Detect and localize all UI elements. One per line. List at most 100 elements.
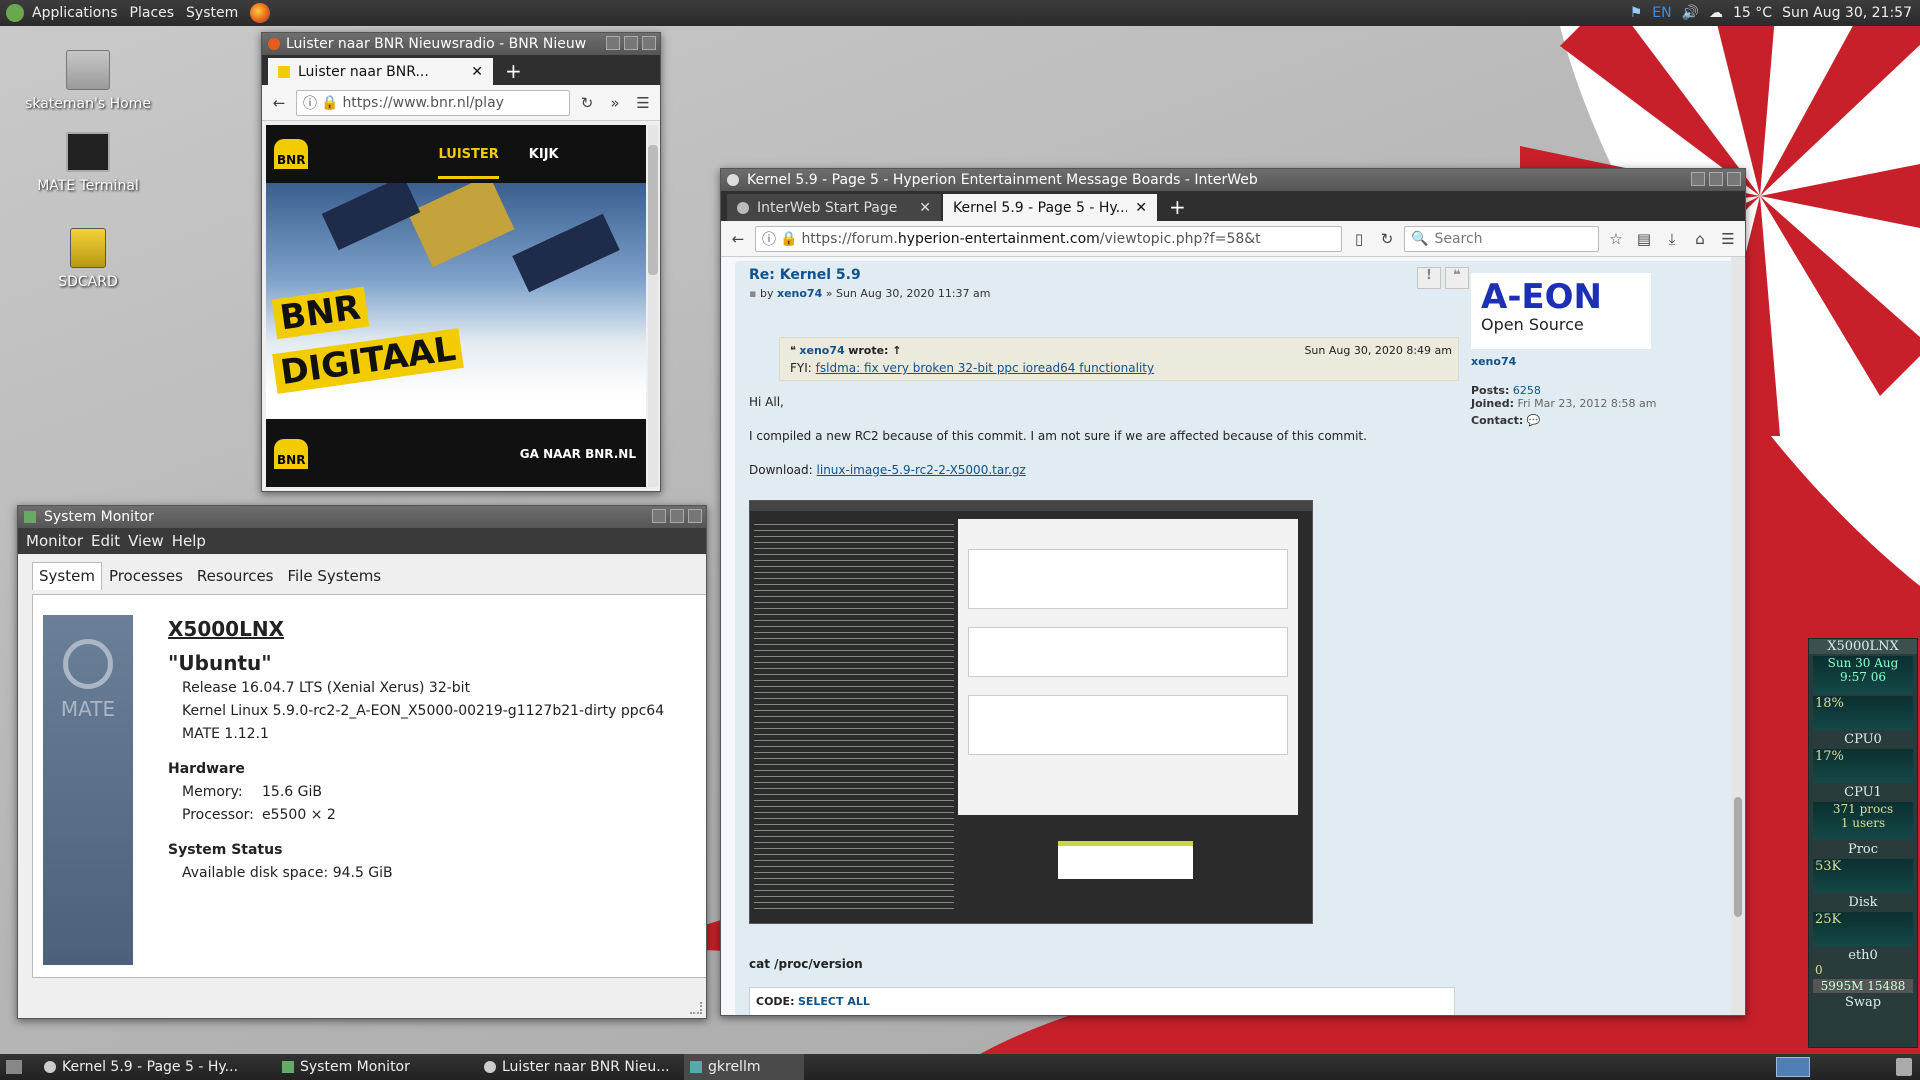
menu-system[interactable]: System [186, 5, 238, 21]
post-title[interactable]: Re: Kernel 5.9 [749, 267, 1469, 283]
minimize-button[interactable] [1691, 172, 1705, 186]
embedded-screenshot[interactable] [749, 500, 1313, 924]
weather-temp[interactable]: 15 °C [1733, 5, 1772, 21]
close-button[interactable] [1727, 172, 1741, 186]
quote-button[interactable]: ❝ [1445, 267, 1469, 289]
scrollbar[interactable] [648, 125, 658, 487]
menu-view[interactable]: View [128, 532, 164, 550]
trash-icon[interactable] [1896, 1058, 1912, 1076]
bnr-logo[interactable]: BNR [274, 139, 309, 169]
hamburger-menu-icon[interactable]: ☰ [1717, 230, 1739, 248]
bnr-footer-logo[interactable]: BNR [274, 439, 309, 469]
minimize-button[interactable] [652, 509, 666, 523]
back-icon[interactable]: ← [727, 230, 749, 248]
system-tray: ⚑ EN 🔊 ☁ 15 °C Sun Aug 30, 21:57 [1630, 0, 1912, 26]
tab-start-page[interactable]: InterWeb Start Page ✕ [727, 194, 941, 221]
desktop-icon-home[interactable]: skateman's Home [18, 50, 158, 112]
close-button[interactable] [688, 509, 702, 523]
new-tab-button[interactable]: + [495, 58, 532, 85]
maximize-button[interactable] [624, 36, 638, 50]
firefox-launcher-icon[interactable] [250, 3, 271, 23]
tab-processes[interactable]: Processes [102, 562, 190, 590]
network-icon[interactable]: ⚑ [1630, 5, 1643, 21]
workspace-switcher[interactable] [1776, 1057, 1810, 1077]
tab-file-systems[interactable]: File Systems [281, 562, 389, 590]
contact-icon[interactable]: 💬 [1527, 414, 1541, 427]
desktop-icon-sdcard[interactable]: SDCARD [18, 228, 158, 290]
tab-bar: Luister naar BNR... ✕ + [262, 55, 660, 85]
hamburger-menu-icon[interactable]: ☰ [632, 94, 654, 112]
info-icon[interactable]: ⓘ [762, 229, 776, 249]
menu-applications[interactable]: Applications [32, 5, 118, 21]
download-icon[interactable]: ⤓ [1661, 230, 1683, 248]
close-tab-icon[interactable]: ✕ [919, 200, 931, 216]
globe-icon [44, 1061, 56, 1073]
maximize-button[interactable] [670, 509, 684, 523]
back-icon[interactable]: ← [268, 94, 290, 112]
tab-bnr[interactable]: Luister naar BNR... ✕ [268, 58, 493, 85]
library-icon[interactable]: ▤ [1633, 230, 1655, 248]
new-tab-button[interactable]: + [1159, 194, 1196, 221]
minimize-button[interactable] [606, 36, 620, 50]
taskbar-item-bnr[interactable]: Luister naar BNR Nieu... [478, 1054, 678, 1080]
bnr-hero-image[interactable]: BNR DIGITAAL [266, 183, 646, 397]
profile-username[interactable]: xeno74 [1471, 355, 1671, 368]
gkrellm-window[interactable]: X5000LNX Sun 30 Aug 9:57 06 18% CPU0 17%… [1808, 638, 1918, 1048]
nav-kijk[interactable]: KIJK [529, 147, 559, 162]
home-icon[interactable]: ⌂ [1689, 230, 1711, 248]
info-icon[interactable]: ⓘ [303, 93, 317, 113]
reload-icon[interactable]: ↻ [1376, 230, 1398, 248]
resize-grip[interactable] [690, 1002, 702, 1014]
show-desktop-icon[interactable] [6, 1060, 22, 1074]
keyboard-layout[interactable]: EN [1652, 5, 1671, 21]
scrollbar[interactable] [1731, 257, 1745, 1015]
reader-view-icon[interactable]: ▯ [1348, 230, 1370, 248]
menu-edit[interactable]: Edit [91, 532, 120, 550]
gk-proc-graph: 371 procs 1 users [1813, 802, 1913, 840]
mate-logo-icon [63, 639, 113, 689]
bookmark-star-icon[interactable]: ☆ [1605, 230, 1627, 248]
window-titlebar[interactable]: Luister naar BNR Nieuwsradio - BNR Nieuw [262, 33, 660, 55]
select-all-link[interactable]: SELECT ALL [798, 995, 870, 1008]
post-author-link[interactable]: xeno74 [777, 287, 822, 300]
overflow-icon[interactable]: » [604, 94, 626, 112]
system-monitor-icon [282, 1061, 294, 1073]
maximize-button[interactable] [1709, 172, 1723, 186]
url-bar[interactable]: ⓘ 🔒 https://forum. hyperion-entertainment… [755, 225, 1342, 252]
desktop-icon-terminal[interactable]: MATE Terminal [18, 132, 158, 194]
search-input[interactable]: 🔍 Search [1404, 225, 1599, 252]
nav-luister[interactable]: LUISTER [438, 147, 499, 179]
menu-places[interactable]: Places [130, 5, 175, 21]
firefox-icon [268, 38, 280, 50]
reload-icon[interactable]: ↻ [576, 94, 598, 112]
close-tab-icon[interactable]: ✕ [1135, 200, 1147, 216]
commit-link[interactable]: fsldma: fix very broken 32-bit ppc iorea… [816, 361, 1154, 375]
gk-swap-meter: 5995M 15488 [1813, 979, 1913, 993]
aeon-avatar[interactable]: A-EON Open Source [1471, 273, 1651, 349]
close-button[interactable] [642, 36, 656, 50]
weather-icon[interactable]: ☁ [1709, 5, 1723, 21]
forum-post: Re: Kernel 5.9 ▪ by xeno74 » Sun Aug 30,… [735, 261, 1735, 1015]
window-titlebar[interactable]: System Monitor [18, 506, 706, 528]
close-tab-icon[interactable]: ✕ [471, 64, 483, 80]
mate-menu-icon[interactable] [6, 4, 24, 22]
quote-author-link[interactable]: xeno74 [799, 344, 844, 357]
report-button[interactable]: ! [1417, 267, 1441, 289]
volume-icon[interactable]: 🔊 [1682, 5, 1699, 21]
window-titlebar[interactable]: Kernel 5.9 - Page 5 - Hyperion Entertain… [721, 169, 1745, 191]
download-link[interactable]: linux-image-5.9-rc2-2-X5000.tar.gz [817, 463, 1026, 477]
tab-system[interactable]: System [32, 562, 102, 590]
bnr-footer: BNR GA NAAR BNR.NL [266, 421, 646, 487]
menu-monitor[interactable]: Monitor [26, 532, 83, 550]
tab-resources[interactable]: Resources [190, 562, 281, 590]
tab-kernel[interactable]: Kernel 5.9 - Page 5 - Hy... ✕ [943, 194, 1157, 221]
taskbar-item-gkrellm[interactable]: gkrellm [684, 1054, 804, 1080]
clock[interactable]: Sun Aug 30, 21:57 [1782, 5, 1912, 21]
footer-link[interactable]: GA NAAR BNR.NL [520, 447, 636, 461]
url-bar[interactable]: ⓘ 🔒 https://www.bnr.nl/play [296, 89, 570, 116]
menu-help[interactable]: Help [172, 532, 206, 550]
taskbar-item-interweb[interactable]: Kernel 5.9 - Page 5 - Hy... [38, 1054, 270, 1080]
bnr-nav: BNR LUISTER KIJK [266, 125, 646, 183]
processor-value: e5500 × 2 [262, 807, 336, 823]
taskbar-item-system-monitor[interactable]: System Monitor [276, 1054, 472, 1080]
